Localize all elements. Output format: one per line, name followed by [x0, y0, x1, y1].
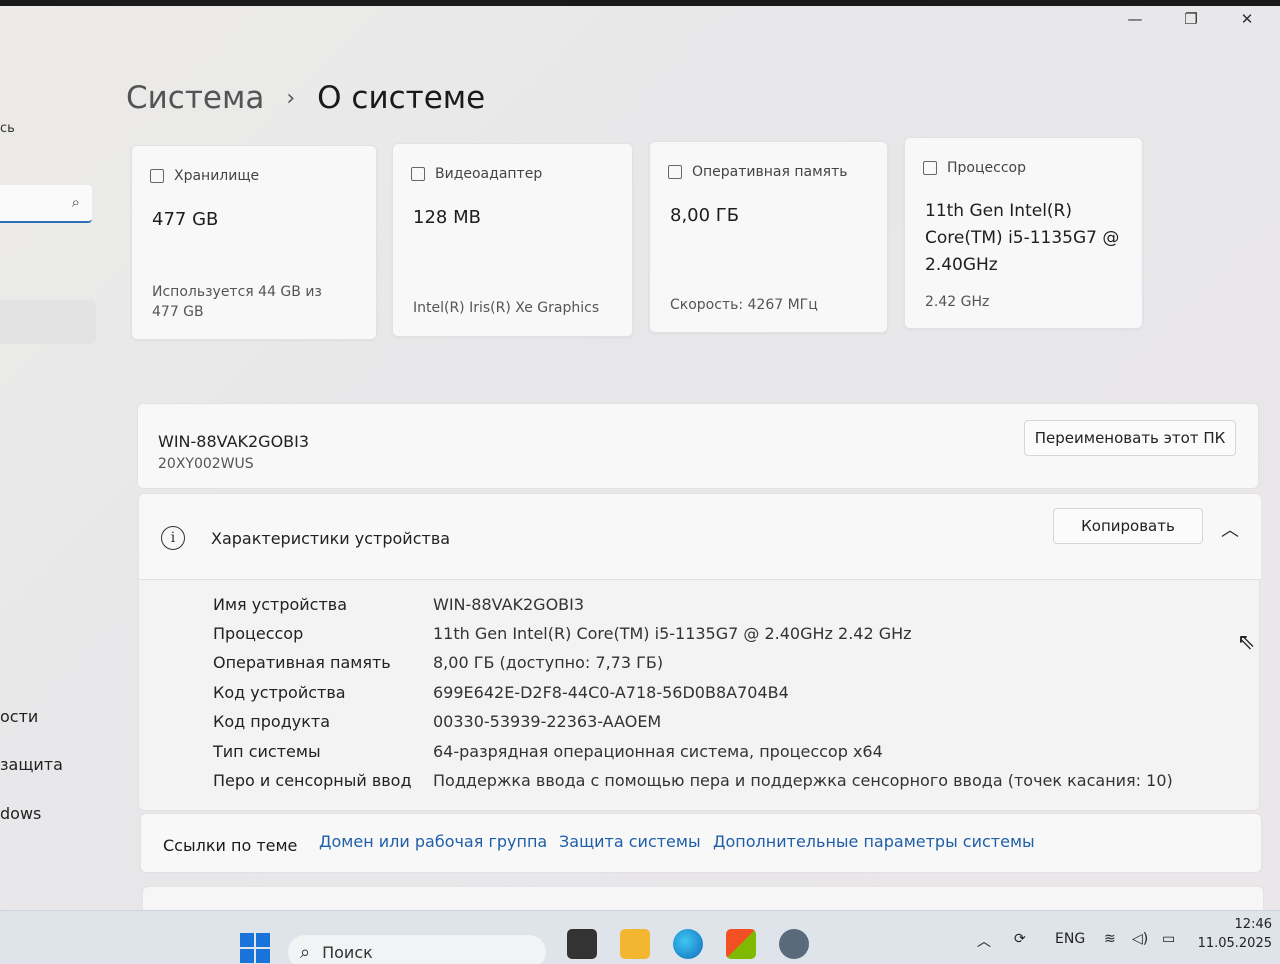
sidebar-item-accessibility[interactable]: ости: [0, 707, 38, 726]
spec-value: 64-разрядная операционная система, проце…: [433, 742, 883, 761]
storage-card-value: 477 GB: [152, 209, 219, 230]
ram-card[interactable]: Оперативная память 8,00 ГБ Скорость: 426…: [649, 141, 888, 333]
taskbar: ⌕ Поиск ︿ ⟳ ENG ≋ ◁) ▭ 12:46 11.05.2025: [0, 910, 1280, 964]
spec-label: Код устройства: [213, 683, 346, 702]
file-explorer-icon[interactable]: [620, 929, 650, 959]
volume-icon[interactable]: ◁): [1132, 931, 1148, 947]
copy-button[interactable]: Копировать: [1053, 508, 1203, 544]
start-button[interactable]: [240, 933, 270, 963]
related-links: Ссылки по теме Домен или рабочая группа …: [140, 813, 1262, 873]
related-links-title: Ссылки по теме: [163, 836, 298, 855]
search-icon[interactable]: ⌕: [72, 193, 80, 211]
device-name: WIN-88VAK2GOBI3: [158, 432, 310, 451]
search-icon: ⌕: [300, 941, 311, 963]
input-language[interactable]: ENG: [1055, 931, 1085, 947]
spec-label: Процессор: [213, 624, 304, 643]
info-icon: i: [161, 526, 185, 550]
link-domain-workgroup[interactable]: Домен или рабочая группа: [319, 832, 547, 851]
chevron-up-icon[interactable]: ︿: [1221, 516, 1239, 542]
task-view-icon[interactable]: [567, 929, 597, 959]
ram-card-title: Оперативная память: [692, 164, 848, 180]
spec-value: Поддержка ввода с помощью пера и поддерж…: [433, 771, 1173, 790]
ram-card-sub: Скорость: 4267 МГц: [670, 297, 818, 313]
sidebar-user-fragment: сь: [0, 121, 15, 136]
gpu-card-title: Видеоадаптер: [435, 166, 543, 182]
device-name-card: WIN-88VAK2GOBI3 20XY002WUS Переименовать…: [137, 403, 1259, 489]
sidebar-item-windows-update[interactable]: dows: [0, 804, 41, 823]
breadcrumb: Система › О системе: [126, 80, 485, 116]
breadcrumb-parent[interactable]: Система: [126, 80, 264, 116]
sidebar-item-selected[interactable]: [0, 300, 96, 344]
storage-card[interactable]: Хранилище 477 GB Используется 44 GB из 4…: [131, 145, 377, 340]
microsoft-store-icon[interactable]: [726, 929, 756, 959]
spec-label: Имя устройства: [213, 595, 348, 614]
storage-card-sub: Используется 44 GB из 477 GB: [152, 284, 322, 320]
processor-card-title: Процессор: [947, 160, 1026, 176]
processor-icon: [923, 161, 937, 175]
display-icon: [411, 167, 425, 181]
spec-label: Тип системы: [213, 742, 321, 761]
spec-label: Перо и сенсорный ввод: [213, 771, 412, 790]
device-model: 20XY002WUS: [158, 456, 254, 472]
page-title: О системе: [317, 80, 486, 116]
clock-date: 11.05.2025: [1197, 936, 1272, 951]
gpu-card-value: 128 MB: [413, 207, 481, 228]
minimize-button[interactable]: —: [1112, 8, 1158, 30]
device-specs-section: i Характеристики устройства Копировать ︿…: [138, 493, 1261, 811]
spec-label: Оперативная память: [213, 653, 391, 672]
storage-card-title: Хранилище: [174, 168, 260, 184]
maximize-button[interactable]: ❐: [1168, 8, 1214, 30]
ram-card-value: 8,00 ГБ: [670, 205, 740, 226]
spec-value: 11th Gen Intel(R) Core(TM) i5-1135G7 @ 2…: [433, 624, 912, 643]
sidebar-item-privacy-security[interactable]: защита: [0, 755, 63, 774]
tray-chevron-up-icon[interactable]: ︿: [977, 931, 991, 951]
spec-value: 8,00 ГБ (доступно: 7,73 ГБ): [433, 653, 664, 672]
settings-search-input[interactable]: ⌕: [0, 185, 92, 223]
storage-icon: [150, 169, 164, 183]
wifi-icon[interactable]: ≋: [1104, 931, 1116, 947]
screen-top-bezel: [0, 0, 1280, 6]
processor-card-sub: 2.42 GHz: [925, 294, 990, 310]
device-specs-title: Характеристики устройства: [211, 529, 451, 548]
spec-value: WIN-88VAK2GOBI3: [433, 595, 585, 614]
settings-gear-icon[interactable]: [779, 929, 809, 959]
rename-pc-button[interactable]: Переименовать этот ПК: [1024, 420, 1236, 456]
processor-card-value: 11th Gen Intel(R) Core(TM) i5-1135G7 @ 2…: [925, 201, 1120, 275]
link-system-protection[interactable]: Защита системы: [559, 832, 701, 851]
close-button[interactable]: ✕: [1224, 8, 1270, 30]
sidebar: сь ⌕ ости защита dows: [0, 0, 100, 910]
window-controls: — ❐ ✕: [1112, 8, 1270, 30]
mouse-cursor-icon: ⇖: [1237, 630, 1256, 655]
memory-icon: [668, 165, 682, 179]
edge-browser-icon[interactable]: [673, 929, 703, 959]
taskbar-clock[interactable]: 12:46 11.05.2025: [1198, 915, 1272, 953]
chevron-right-icon: ›: [286, 85, 296, 111]
sync-icon[interactable]: ⟳: [1014, 931, 1026, 947]
spec-label: Код продукта: [213, 712, 331, 731]
device-specs-header[interactable]: i Характеристики устройства Копировать ︿: [139, 494, 1261, 580]
gpu-card-sub: Intel(R) Iris(R) Xe Graphics: [413, 300, 600, 316]
spec-value: 00330-53939-22363-AAOEM: [433, 712, 662, 731]
spec-value: 699E642E-D2F8-44C0-A718-56D0B8A704B4: [433, 683, 789, 702]
battery-icon[interactable]: ▭: [1162, 931, 1175, 947]
clock-time: 12:46: [1234, 917, 1272, 932]
processor-card[interactable]: Процессор 11th Gen Intel(R) Core(TM) i5-…: [904, 137, 1143, 329]
taskbar-search[interactable]: ⌕ Поиск: [288, 935, 546, 964]
taskbar-search-placeholder: Поиск: [322, 942, 373, 962]
gpu-card[interactable]: Видеоадаптер 128 MB Intel(R) Iris(R) Xe …: [392, 143, 633, 337]
link-advanced-system-settings[interactable]: Дополнительные параметры системы: [713, 832, 1035, 851]
